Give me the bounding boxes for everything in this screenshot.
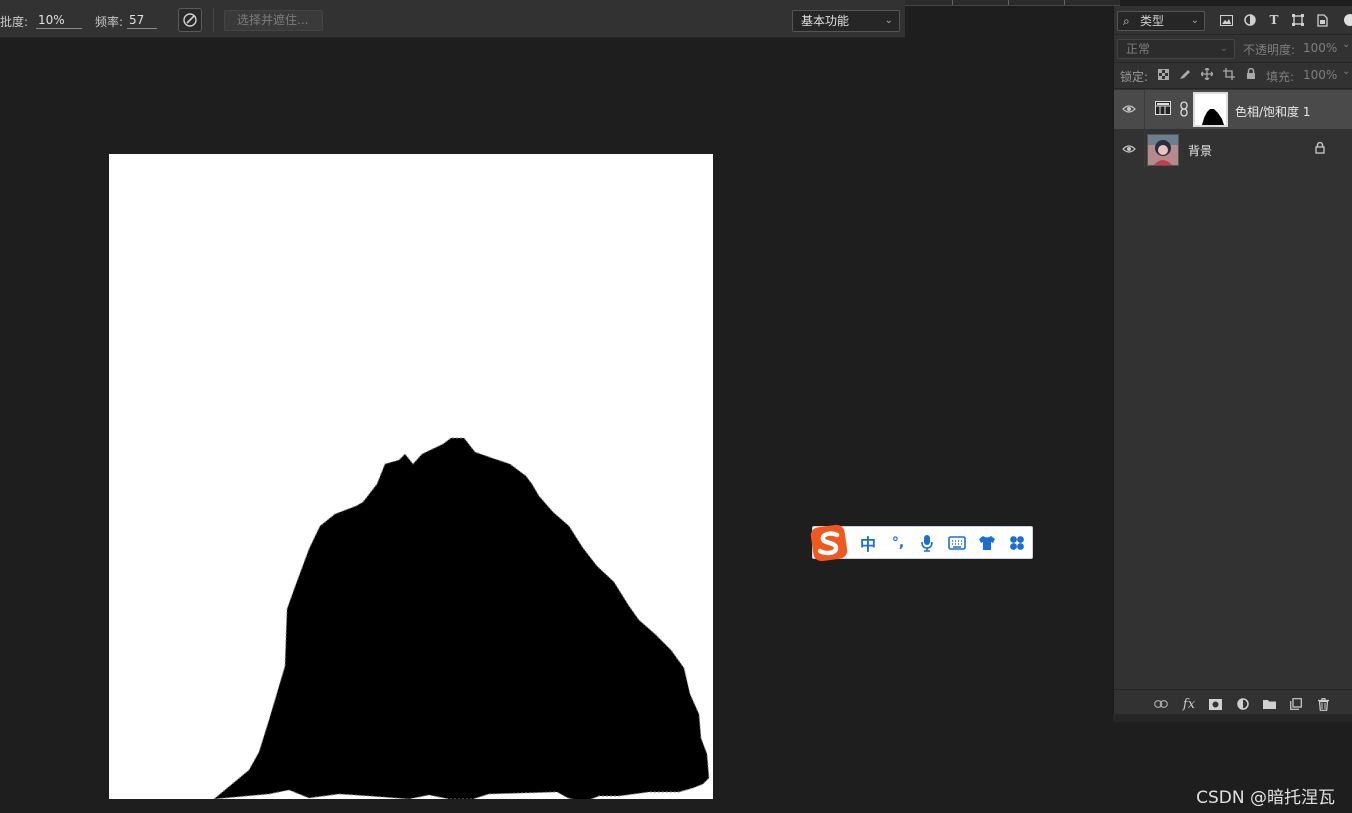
panel-divider — [1114, 88, 1352, 89]
delete-layer-icon[interactable] — [1316, 697, 1330, 711]
lock-all-icon[interactable] — [1244, 67, 1258, 81]
shape-filter-icon[interactable] — [1290, 12, 1306, 28]
layer-name[interactable]: 背景 — [1188, 142, 1212, 159]
pressure-icon — [183, 13, 197, 27]
hue-saturation-adjustment-icon — [1155, 101, 1171, 118]
link-layers-icon[interactable] — [1154, 697, 1168, 711]
fill-label: 填充: — [1266, 70, 1295, 84]
keyboard-icon[interactable] — [946, 532, 968, 554]
opacity-label: 不透明度: — [1243, 43, 1296, 57]
layer-filter-select[interactable]: ⌕ 类型 ⌄ — [1117, 11, 1205, 31]
pressure-button[interactable] — [178, 8, 202, 32]
chevron-down-icon: ⌄ — [884, 15, 893, 26]
microphone-icon[interactable] — [916, 532, 938, 554]
opacity-field[interactable]: 100% — [1303, 41, 1337, 55]
layers-panel-footer: fx — [1114, 689, 1352, 717]
layer-name[interactable]: 色相/饱和度 1 — [1235, 103, 1311, 120]
search-icon: ⌕ — [1123, 14, 1130, 28]
portrait-thumbnail-image — [1148, 135, 1178, 165]
layer-filter-value: 类型 — [1140, 14, 1165, 28]
panel-resize-gutter[interactable] — [1113, 714, 1352, 722]
fx-layer-style-icon[interactable]: fx — [1182, 697, 1196, 712]
adjustment-filter-icon[interactable] — [1242, 12, 1258, 28]
document-canvas[interactable] — [109, 154, 713, 799]
layer-mask-thumbnail[interactable] — [1193, 92, 1228, 127]
eye-icon[interactable] — [1122, 142, 1136, 156]
chevron-down-icon: ⌄ — [1219, 43, 1228, 54]
watermark-text: CSDN @暗托涅瓦 — [1196, 788, 1335, 808]
toolbox-grid-icon[interactable] — [1006, 532, 1028, 554]
lock-icon[interactable] — [1315, 141, 1325, 157]
layer-divider — [1144, 90, 1145, 129]
options-bar: 批度: 10% 频率: 57 选择并遮住... 基本功能 ⌄ — [0, 0, 905, 38]
flow-field[interactable]: 10% — [36, 13, 82, 29]
ime-mode-toggle[interactable]: 中 — [857, 532, 879, 554]
lock-image-pixels-icon[interactable] — [1178, 67, 1192, 81]
eye-icon[interactable] — [1122, 102, 1136, 116]
add-mask-icon[interactable] — [1208, 697, 1222, 711]
image-filter-icon[interactable] — [1218, 12, 1234, 28]
chevron-down-icon: ⌄ — [1190, 15, 1199, 26]
new-layer-icon[interactable] — [1289, 697, 1303, 711]
skin-shirt-icon[interactable] — [976, 532, 998, 554]
ime-toolbar: 中 °, — [810, 524, 1033, 562]
new-adjustment-layer-icon[interactable] — [1236, 697, 1250, 711]
layer-mask-shape — [213, 437, 710, 799]
sogou-logo-icon[interactable] — [809, 523, 851, 563]
select-and-mask-button[interactable]: 选择并遮住... — [224, 10, 323, 31]
blend-mode-select[interactable]: 正常 ⌄ — [1117, 39, 1235, 59]
background-layer-thumbnail[interactable] — [1147, 134, 1179, 166]
layers-panel: ⌕ 类型 ⌄ T 正常 ⌄ 不透明度: 100% ⌄ 锁定: 填充: 100% — [1113, 6, 1352, 720]
frequency-label: 频率: — [95, 15, 124, 29]
panel-divider — [1114, 34, 1352, 35]
frequency-field[interactable]: 57 — [127, 13, 157, 29]
panel-divider — [1114, 62, 1352, 63]
filter-toggle-icon[interactable] — [1340, 12, 1352, 28]
fill-field[interactable]: 100% — [1303, 68, 1337, 82]
lock-label: 锁定: — [1120, 70, 1149, 84]
type-filter-icon[interactable]: T — [1266, 12, 1282, 28]
workspace-value: 基本功能 — [801, 14, 850, 28]
link-chain-icon[interactable] — [1180, 101, 1188, 120]
lock-artboard-icon[interactable] — [1222, 67, 1236, 81]
smart-object-filter-icon[interactable] — [1314, 12, 1330, 28]
blend-mode-value: 正常 — [1126, 42, 1151, 56]
lock-transparent-pixels-icon[interactable] — [1156, 67, 1170, 81]
lock-position-icon[interactable] — [1200, 67, 1214, 81]
options-separator — [213, 8, 214, 32]
ime-punct-toggle[interactable]: °, — [887, 532, 909, 554]
layer-row-hue-saturation[interactable]: 色相/饱和度 1 — [1114, 90, 1352, 129]
mask-thumbnail-shape — [1202, 109, 1224, 125]
new-group-folder-icon[interactable] — [1262, 697, 1276, 711]
flow-label: 批度: — [0, 15, 29, 29]
chevron-down-icon[interactable]: ⌄ — [1342, 66, 1350, 77]
layer-row-background[interactable]: 背景 — [1114, 130, 1352, 169]
workspace-select[interactable]: 基本功能 ⌄ — [792, 10, 900, 32]
chevron-down-icon[interactable]: ⌄ — [1342, 39, 1350, 50]
layer-divider — [1144, 130, 1145, 169]
